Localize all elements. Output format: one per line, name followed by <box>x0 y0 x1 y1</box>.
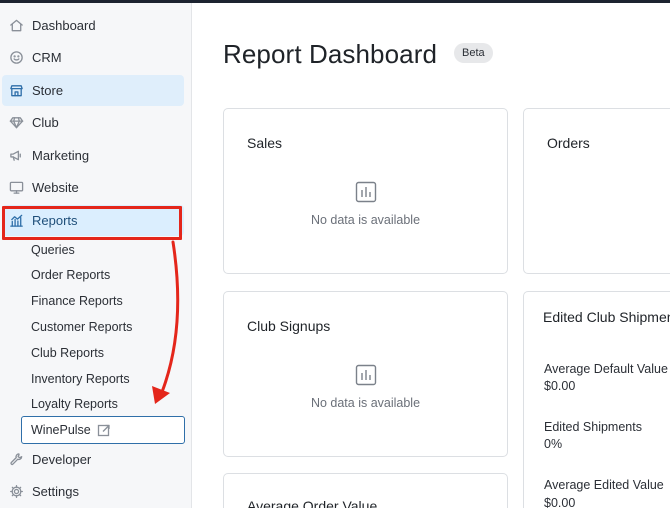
metric-value: 0% <box>544 437 563 451</box>
sidebar-item-reports[interactable]: Reports <box>2 205 184 236</box>
bar-chart-icon <box>355 181 377 203</box>
submenu-item-inventory-reports[interactable]: Inventory Reports <box>31 369 130 389</box>
wrench-icon <box>8 452 24 468</box>
sidebar-item-label: Store <box>32 83 64 98</box>
beta-badge: Beta <box>454 43 493 63</box>
sidebar-item-label: CRM <box>32 50 62 65</box>
winepulse-label: WinePulse <box>31 423 91 437</box>
no-data-message: No data is available <box>310 213 421 227</box>
club-signups-card: Club Signups No data is available <box>223 291 508 457</box>
sidebar-item-crm[interactable]: CRM <box>2 42 184 73</box>
smiley-icon <box>8 50 24 66</box>
megaphone-icon <box>8 148 24 164</box>
sidebar-item-developer[interactable]: Developer <box>2 444 184 475</box>
edited-club-shipments-card: Edited Club Shipments Average Default Va… <box>523 291 670 508</box>
submenu-item-order-reports[interactable]: Order Reports <box>31 265 110 285</box>
sidebar-item-store[interactable]: Store <box>2 75 184 106</box>
submenu-item-finance-reports[interactable]: Finance Reports <box>31 291 123 311</box>
no-data-message: No data is available <box>310 396 421 410</box>
orders-card-title: Orders <box>547 135 590 151</box>
metric-value: $0.00 <box>544 496 576 508</box>
external-link-icon <box>97 423 111 437</box>
sidebar-item-winepulse[interactable]: WinePulse <box>21 416 185 444</box>
metric-value: $0.00 <box>544 379 576 393</box>
average-order-value-title: Average Order Value <box>247 498 378 508</box>
sidebar-item-club[interactable]: Club <box>2 107 184 138</box>
diamond-icon <box>8 115 24 131</box>
sidebar-item-label: Reports <box>32 213 78 228</box>
sidebar-item-dashboard[interactable]: Dashboard <box>2 10 184 41</box>
page-title: Report Dashboard <box>223 39 438 69</box>
sidebar-item-website[interactable]: Website <box>2 172 184 203</box>
monitor-icon <box>8 180 24 196</box>
store-icon <box>8 83 24 99</box>
sales-card-title: Sales <box>247 135 283 151</box>
home-icon <box>8 18 24 34</box>
submenu-item-loyalty-reports[interactable]: Loyalty Reports <box>31 394 118 414</box>
sales-card: Sales No data is available <box>223 108 508 274</box>
club-signups-card-title: Club Signups <box>247 318 331 334</box>
sidebar-item-label: Marketing <box>32 148 90 163</box>
metric-label: Average Edited Value <box>544 478 664 492</box>
chart-icon <box>8 213 24 229</box>
sidebar-item-label: Dashboard <box>32 18 96 33</box>
edited-club-shipments-title: Edited Club Shipments <box>543 309 670 325</box>
average-order-value-card: Average Order Value <box>223 473 508 508</box>
sidebar-item-label: Settings <box>32 484 79 499</box>
submenu-item-queries[interactable]: Queries <box>31 240 75 260</box>
submenu-item-club-reports[interactable]: Club Reports <box>31 343 104 363</box>
sidebar-item-label: Website <box>32 180 79 195</box>
sidebar-item-label: Developer <box>32 452 92 467</box>
sidebar-item-marketing[interactable]: Marketing <box>2 140 184 171</box>
submenu-item-customer-reports[interactable]: Customer Reports <box>31 317 132 337</box>
bar-chart-icon <box>355 364 377 386</box>
gear-icon <box>8 484 24 500</box>
sidebar-item-settings[interactable]: Settings <box>2 476 184 507</box>
metric-label: Edited Shipments <box>544 420 642 434</box>
orders-card: Orders <box>523 108 670 274</box>
metric-label: Average Default Value <box>544 362 668 376</box>
sidebar-item-label: Club <box>32 115 59 130</box>
